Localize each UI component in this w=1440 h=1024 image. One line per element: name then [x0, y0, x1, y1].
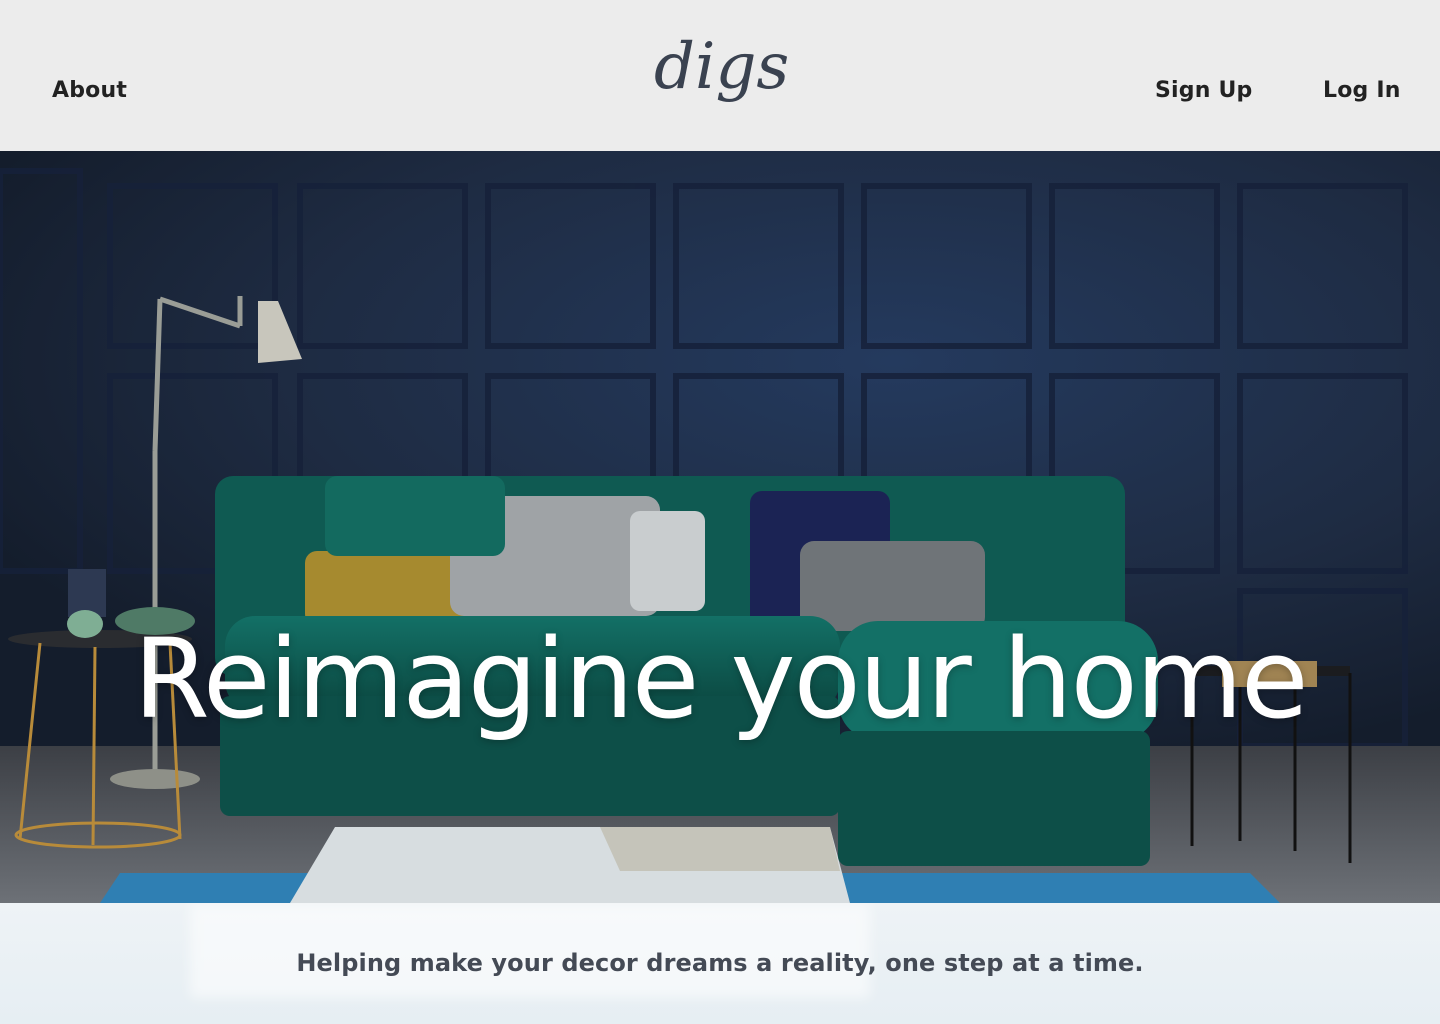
- tagline-band: Helping make your decor dreams a reality…: [0, 903, 1440, 1024]
- svg-text:digs: digs: [654, 30, 788, 104]
- hero-section: Reimagine your home: [0, 151, 1440, 903]
- site-header: About digs Sign Up Log In: [0, 0, 1440, 151]
- tagline-text: Helping make your decor dreams a reality…: [296, 949, 1144, 977]
- hero-title: Reimagine your home: [133, 615, 1308, 743]
- nav-about-link[interactable]: About: [52, 78, 127, 103]
- digs-logo[interactable]: digs: [648, 20, 788, 120]
- nav-signup-link[interactable]: Sign Up: [1155, 78, 1252, 103]
- nav-login-link[interactable]: Log In: [1323, 78, 1401, 103]
- hero-background-photo: [0, 151, 1440, 903]
